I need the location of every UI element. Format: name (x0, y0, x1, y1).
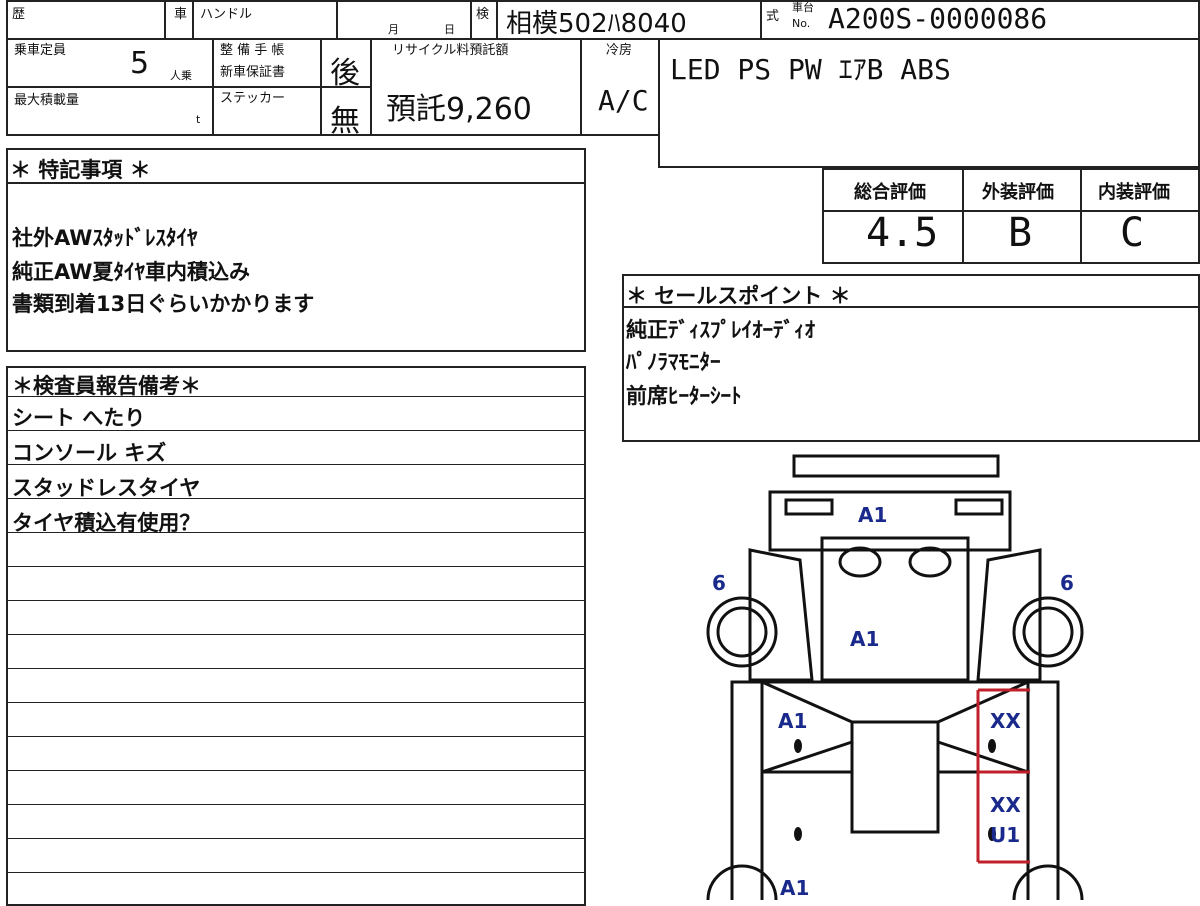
capacity-value: 5 (130, 46, 150, 81)
chassis-label-2: No. (792, 17, 811, 30)
hood-shape (820, 536, 970, 682)
cooler-value: A/C (598, 84, 649, 117)
max-load-unit: t (196, 113, 201, 126)
history-label: 歴 (12, 7, 26, 22)
max-load-label: 最大積載量 (14, 93, 80, 108)
day-label: 日 (444, 23, 455, 36)
cooler-label: 冷房 (606, 43, 633, 58)
mark-hood: A1 (850, 627, 879, 651)
report-rule-line (6, 566, 586, 567)
mark-right-front-door: XX (990, 709, 1021, 733)
month-label: 月 (388, 23, 399, 36)
special-notes-line: 純正AW夏ﾀｲﾔ車内積込み (12, 260, 250, 284)
left-rear-tire-shape (706, 864, 778, 900)
type-label: 式 (766, 9, 780, 24)
report-rule-line (6, 770, 586, 771)
recycle-label: リサイクル料預託額 (392, 43, 509, 58)
sticker-label: ステッカー (220, 91, 286, 106)
inspector-report-line: コンソール キズ (12, 441, 167, 465)
maintenance-label-1: 整 備 手 帳 (220, 43, 285, 58)
overall-score-label: 総合評価 (854, 182, 926, 203)
overall-score-value: 4.5 (866, 210, 939, 256)
mark-right-rear-door-2: U1 (990, 823, 1020, 847)
report-rule-line (6, 702, 586, 703)
left-headlight-shape (784, 498, 834, 516)
inspector-report-line: シート へたり (12, 406, 146, 430)
maintenance-label-2: 新車保証書 (220, 65, 286, 80)
report-rule-line (6, 872, 586, 873)
plate-number: 相模502ﾊ8040 (506, 9, 687, 39)
mark-left-front-tire: 6 (712, 571, 726, 595)
capacity-unit: 人乗 (170, 69, 192, 82)
car-damage-diagram: A1 A1 6 6 A1 XX XX U1 A1 (706, 454, 1084, 900)
report-rule-line (6, 804, 586, 805)
report-rule-line (6, 668, 586, 669)
capacity-label: 乗車定員 (14, 43, 67, 58)
right-headlight-shape (954, 498, 1004, 516)
exterior-score-label: 外装評価 (982, 182, 1054, 203)
sticker-value: 無 (330, 104, 360, 139)
roof-shape (850, 720, 940, 834)
exterior-score-value: B (1008, 210, 1033, 256)
inspection-label: 検 (476, 7, 490, 22)
chassis-label-1: 車台 (792, 1, 814, 14)
handle-label: ハンドル (200, 7, 253, 22)
report-rule-line (6, 634, 586, 635)
right-rear-tire-shape (1012, 864, 1084, 900)
report-rule-line (6, 736, 586, 737)
special-notes-title: ＊ 特記事項 ＊ (10, 158, 151, 182)
interior-score-label: 内装評価 (1098, 182, 1170, 203)
mark-front-bumper: A1 (858, 503, 887, 527)
hood-vent-right (908, 546, 952, 578)
front-bumper-shape (792, 454, 1000, 478)
report-rule-line (6, 600, 586, 601)
inspector-report-line: タイヤ積込有使用？ (12, 511, 201, 535)
mark-left-rear: A1 (780, 876, 809, 900)
recycle-value: 預託9,260 (386, 92, 532, 127)
inspector-report-title: ＊検査員報告備考＊ (12, 374, 201, 398)
sales-points-line: 前席ﾋｰﾀｰｼｰﾄ (626, 384, 742, 408)
hood-vent-left (838, 546, 882, 578)
special-notes-line: 書類到着13日ぐらいかかります (12, 292, 315, 316)
sales-points-line: 純正ﾃﾞｨｽﾌﾟﾚｲｵｰﾃﾞｨｵ (626, 318, 815, 342)
report-rule-line (6, 838, 586, 839)
equipment-text: LED PS PW ｴｱB ABS (670, 53, 951, 86)
sales-points-title: ＊ セールスポイント ＊ (626, 284, 851, 308)
chassis-number: A200S-0000086 (828, 2, 1048, 35)
interior-score-value: C (1120, 210, 1145, 256)
maintenance-value: 後 (330, 56, 360, 91)
mark-left-front-door: A1 (778, 709, 807, 733)
inspector-report-line: スタッドレスタイヤ (12, 476, 201, 500)
mark-right-rear-door-1: XX (990, 793, 1021, 817)
mark-right-front-tire: 6 (1060, 571, 1074, 595)
sales-points-line: ﾊﾟﾉﾗﾏﾓﾆﾀｰ (626, 350, 721, 374)
car-label: 車 (174, 7, 188, 22)
special-notes-line: 社外AWｽﾀｯﾄﾞﾚｽﾀｲﾔ (12, 226, 198, 250)
